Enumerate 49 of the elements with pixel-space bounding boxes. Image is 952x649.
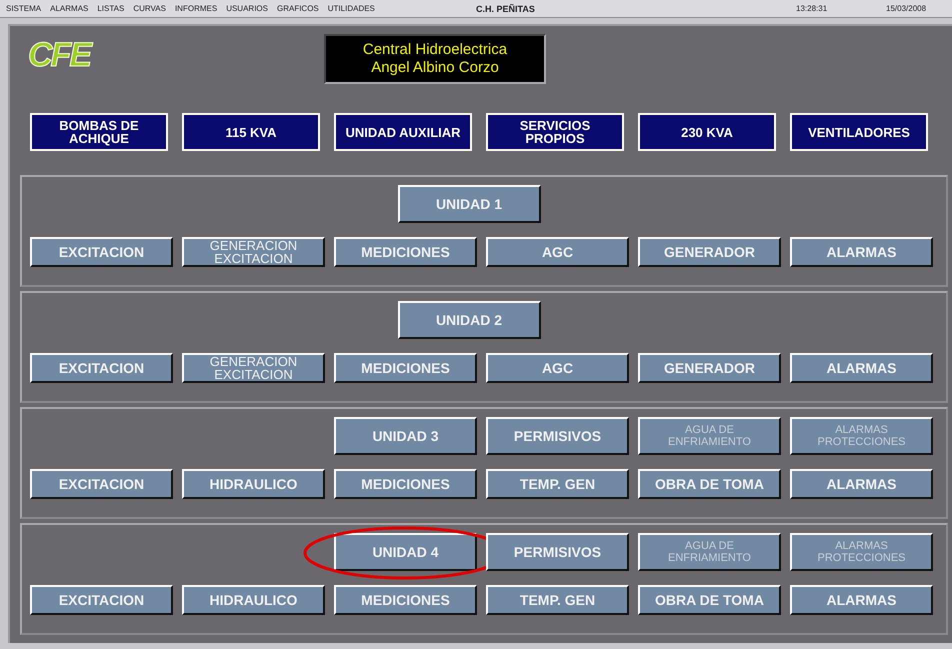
nav-button[interactable]: SERVICIOS PROPIOS [486,113,624,151]
unit-button[interactable]: MEDICIONES [334,353,477,383]
unit-button[interactable]: OBRA DE TOMA [638,469,781,499]
unit-button[interactable]: PERMISIVOS [486,533,629,571]
menu-item[interactable]: CURVAS [133,4,166,13]
unit-button[interactable]: MEDICIONES [334,237,477,267]
unit-button[interactable]: PERMISIVOS [486,417,629,455]
unit-button[interactable]: UNIDAD 3 [334,417,477,455]
menu-item[interactable]: ALARMAS [50,4,88,13]
logo: CFE [28,38,93,72]
unit-button[interactable]: UNIDAD 4 [334,533,477,571]
unit-button[interactable]: ALARMAS [790,469,933,499]
unit-button[interactable]: EXCITACION [30,469,173,499]
unit-button[interactable]: EXCITACION [30,237,173,267]
unit-button[interactable]: MEDICIONES [334,585,477,615]
unit-button[interactable]: GENERACION EXCITACION [182,237,325,267]
nav-button[interactable]: 115 KVA [182,113,320,151]
menu-item[interactable]: USUARIOS [226,4,268,13]
nav-button[interactable]: BOMBAS DE ACHIQUE [30,113,168,151]
unit-button[interactable]: GENERACION EXCITACION [182,353,325,383]
unit-button[interactable]: OBRA DE TOMA [638,585,781,615]
date-label: 15/03/2008 [886,4,926,13]
unit-button[interactable]: HIDRAULICO [182,585,325,615]
unit-button[interactable]: UNIDAD 1 [398,185,540,223]
menu-item[interactable]: LISTAS [97,4,124,13]
menu-item[interactable]: INFORMES [174,4,218,13]
plant-title: Central Hidroelectrica Angel Albino Corzo [324,34,546,84]
clock-time: 13:28:31 [796,4,828,13]
unit-button[interactable]: HIDRAULICO [182,469,325,499]
unit-button[interactable]: EXCITACION [30,585,173,615]
nav-button[interactable]: 230 KVA [638,113,776,151]
nav-button[interactable]: UNIDAD AUXILIAR [334,113,472,151]
unit-button[interactable]: GENERADOR [638,237,781,267]
station-name: C.H. PEÑITAS [476,4,536,14]
unit-button[interactable]: UNIDAD 2 [398,301,540,339]
nav-button[interactable]: VENTILADORES [790,113,928,151]
menu-item[interactable]: UTILIDADES [328,4,375,13]
unit-button[interactable]: AGC [486,237,629,267]
unit-button[interactable]: MEDICIONES [334,469,477,499]
unit-button[interactable]: AGC [486,353,629,383]
unit-button[interactable]: TEMP. GEN [486,585,629,615]
unit-button[interactable]: ALARMAS [790,585,933,615]
unit-button[interactable]: GENERADOR [638,353,781,383]
unit-button[interactable]: EXCITACION [30,353,173,383]
unit-button[interactable]: ALARMAS [790,353,933,383]
unit-button[interactable]: ALARMAS [790,237,933,267]
menu-item[interactable]: GRAFICOS [276,4,319,13]
unit-button[interactable]: TEMP. GEN [486,469,629,499]
menu-item[interactable]: SISTEMA [6,4,42,13]
